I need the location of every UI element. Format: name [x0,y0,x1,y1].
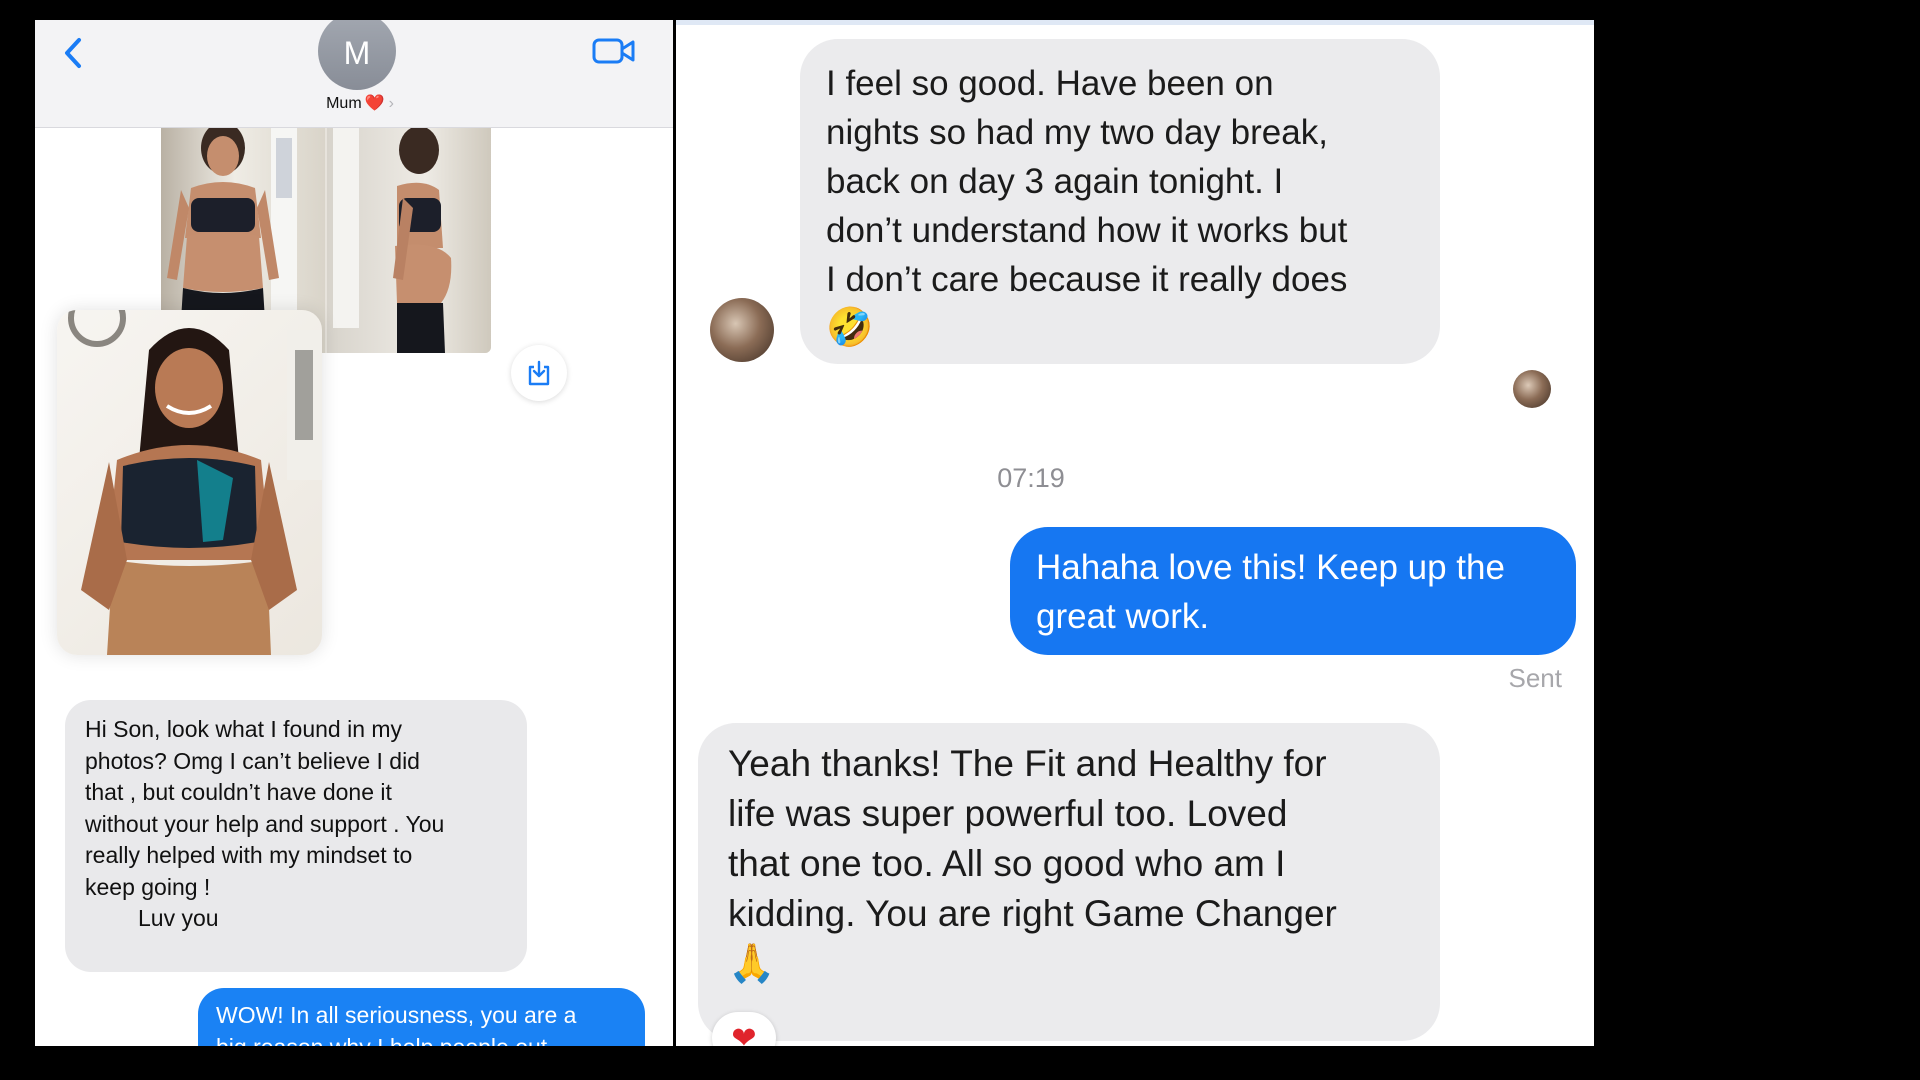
message-line: I feel so good. Have been on [826,64,1274,103]
contact-name-button[interactable]: Mum ❤️ › [275,93,445,113]
message-line: kidding. You are right Game Changer [728,893,1337,934]
message-timestamp: 07:19 [997,463,1065,493]
heart-emoji: ❤️ [364,95,385,112]
top-divider [676,20,1594,25]
messenger-screenshot: I feel so good. Have been on nights so h… [676,20,1594,1046]
message-line: that one too. All so good who am I [728,843,1286,884]
sent-message-bubble: Hahaha love this! Keep up the great work… [1010,527,1576,655]
video-camera-icon[interactable] [590,30,638,72]
message-line: great work. [1036,597,1210,636]
after-photo-attachment[interactable] [57,310,322,655]
chevron-left-icon[interactable] [57,30,91,76]
received-message-bubble: Yeah thanks! The Fit and Healthy for lif… [698,723,1440,1041]
contact-avatar[interactable]: M [318,20,396,90]
before-side-photo [327,128,491,353]
sender-avatar[interactable] [710,298,774,362]
message-line: without your help and support . You [85,810,445,837]
conversation-header: M Mum ❤️ › [35,20,673,128]
imessage-screenshot: M Mum ❤️ › Hi Son, look what I found in … [35,20,673,1046]
message-line: photos? Omg I can’t believe I did [85,747,420,774]
message-line: nights so had my two day break, [826,113,1328,152]
message-line: life was super powerful too. Loved [728,793,1288,834]
contact-name: Mum [326,95,362,112]
message-line: Yeah thanks! The Fit and Healthy for [728,743,1327,784]
message-line: that , but couldn’t have done it [85,779,392,805]
message-signoff: Luv you [138,905,219,931]
save-photo-button[interactable] [511,345,567,401]
after-photo [68,310,322,655]
message-line: keep going ! [85,873,211,900]
message-line: big reason why I help people out [216,1034,547,1047]
received-message-bubble: Hi Son, look what I found in my photos? … [65,700,527,972]
message-line: Hi Son, look what I found in my [85,716,403,742]
chevron-right-icon: › [388,95,394,112]
rofl-emoji: 🤣 [826,307,874,349]
message-line: really helped with my mindset to [85,842,413,868]
message-line: WOW! In all seriousness, you are a [216,1002,577,1028]
message-line: I don’t care because it really does [826,260,1348,299]
sent-message-bubble: WOW! In all seriousness, you are a big r… [198,988,645,1046]
read-receipt-avatar [1513,370,1551,408]
sent-status: Sent [1508,663,1563,693]
praying-hands-emoji: 🙏 [728,943,776,985]
heart-reaction-icon[interactable]: ❤ [712,1012,776,1046]
message-line: back on day 3 again tonight. I [826,162,1284,201]
message-line: don’t understand how it works but [826,211,1348,250]
received-message-bubble: I feel so good. Have been on nights so h… [800,39,1440,364]
avatar-initial: M [343,35,371,71]
download-icon [528,360,550,386]
message-line: Hahaha love this! Keep up the [1036,548,1505,587]
